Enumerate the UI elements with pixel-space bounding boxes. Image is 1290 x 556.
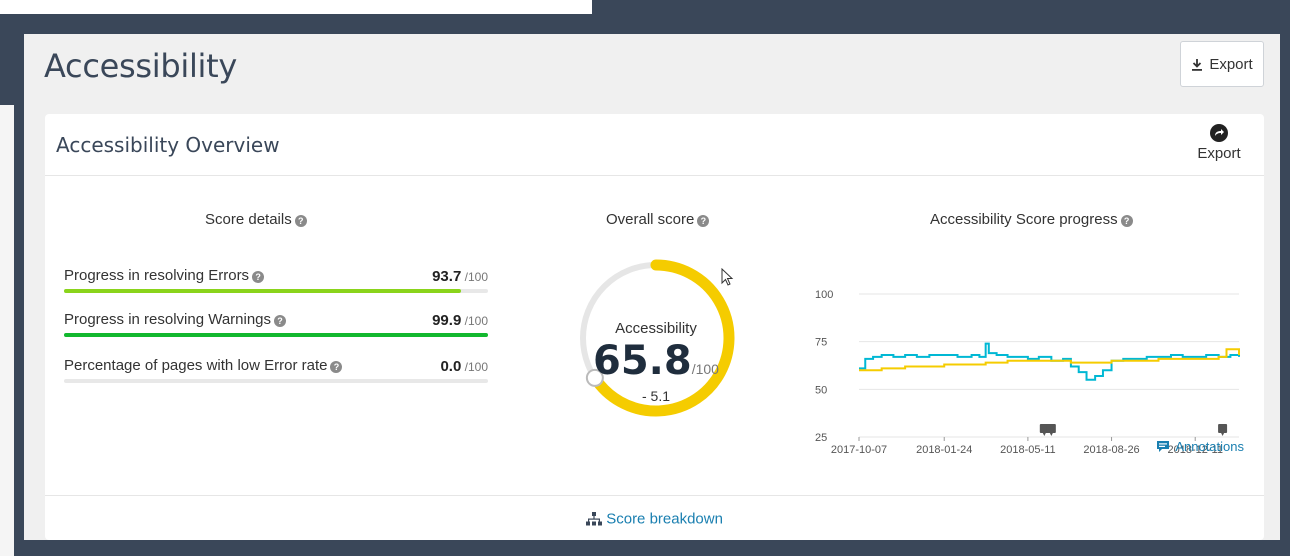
metric-warnings-value: 99.9 /100 [432, 312, 488, 329]
annotation-marker-icon [1218, 424, 1228, 433]
y-tick-label: 75 [815, 337, 827, 349]
metric-low-error-pages-label: Percentage of pages with low Error rate? [64, 357, 343, 374]
gauge-label: Accessibility [615, 320, 697, 337]
card-export-button[interactable]: Export [1194, 124, 1244, 166]
score-details-title: Score details? [205, 211, 307, 228]
score-details-title-text: Score details [205, 211, 292, 228]
help-icon[interactable]: ? [294, 215, 307, 227]
score-progress-title: Accessibility Score progress? [930, 211, 1133, 228]
share-icon [1210, 124, 1228, 142]
metric-errors-label: Progress in resolving Errors? [64, 267, 265, 284]
annotations-link[interactable]: Annotations [1156, 439, 1244, 454]
help-icon[interactable]: ? [330, 361, 343, 373]
help-icon[interactable]: ? [252, 271, 265, 283]
metric-low-error-pages-value: 0.0 /100 [440, 358, 488, 375]
card-header: Accessibility Overview Export [45, 114, 1264, 176]
y-tick-label: 50 [815, 384, 827, 396]
annotation-marker-pointer [1221, 433, 1225, 436]
x-tick-label: 2018-08-26 [1083, 444, 1139, 454]
x-tick-label: 2018-01-24 [916, 444, 972, 454]
sitemap-icon [586, 512, 603, 526]
background-panel [0, 0, 592, 14]
help-icon[interactable]: ? [697, 215, 710, 227]
overall-score-gauge: Accessibility 65.8/100 - 5.1 [576, 254, 736, 422]
metric-errors-value: 93.7 /100 [432, 268, 488, 285]
gauge-score-value: 65.8 [593, 338, 692, 384]
export-button[interactable]: Export [1180, 41, 1264, 87]
y-tick-label: 25 [815, 432, 827, 444]
annotations-label: Annotations [1175, 439, 1244, 454]
accessibility-page: Accessibility Export Accessibility Overv… [24, 34, 1280, 540]
annotation-marker-pointer [1049, 433, 1053, 436]
card-title: Accessibility Overview [56, 133, 280, 157]
metric-low-error-pages-bar [64, 379, 488, 383]
help-icon[interactable]: ? [1120, 215, 1133, 227]
mouse-cursor-icon [721, 268, 734, 286]
annotation-marker-icon [1046, 424, 1056, 433]
card-footer: Score breakdown [45, 495, 1264, 541]
gauge-score-max: /100 [691, 361, 719, 377]
export-button-label: Export [1209, 55, 1253, 73]
metric-warnings-bar [64, 333, 488, 337]
score-breakdown-label: Score breakdown [606, 510, 723, 528]
x-tick-label: 2018-05-11 [1000, 444, 1055, 454]
card-export-label: Export [1197, 145, 1241, 162]
gauge-delta: - 5.1 [641, 388, 670, 404]
help-icon[interactable]: ? [274, 315, 287, 327]
overall-score-title-text: Overall score [606, 211, 695, 228]
score-breakdown-link[interactable]: Score breakdown [45, 510, 1264, 528]
series-line-2 [859, 348, 1240, 372]
metric-errors-bar-fill [64, 289, 462, 293]
metric-warnings-bar-fill [64, 333, 488, 337]
metric-warnings-label: Progress in resolving Warnings? [64, 311, 287, 328]
download-icon [1192, 58, 1203, 71]
score-progress-chart: 25 50 75 100 2017-10-07 2018-01-24 2018-05-11 2… [815, 289, 1240, 454]
comment-icon [1157, 441, 1170, 452]
annotation-marker-pointer [1042, 433, 1046, 436]
accessibility-overview-card: Accessibility Overview Export Score deta… [45, 114, 1264, 540]
page-title: Accessibility [44, 47, 238, 85]
overall-score-title: Overall score? [606, 211, 710, 228]
background-panel-left [0, 105, 14, 556]
x-tick-label: 2017-10-07 [831, 444, 887, 454]
score-progress-title-text: Accessibility Score progress [930, 211, 1118, 228]
metric-errors-bar [64, 289, 488, 293]
y-tick-label: 100 [815, 289, 833, 301]
gauge-score: 65.8/100 [576, 338, 736, 384]
